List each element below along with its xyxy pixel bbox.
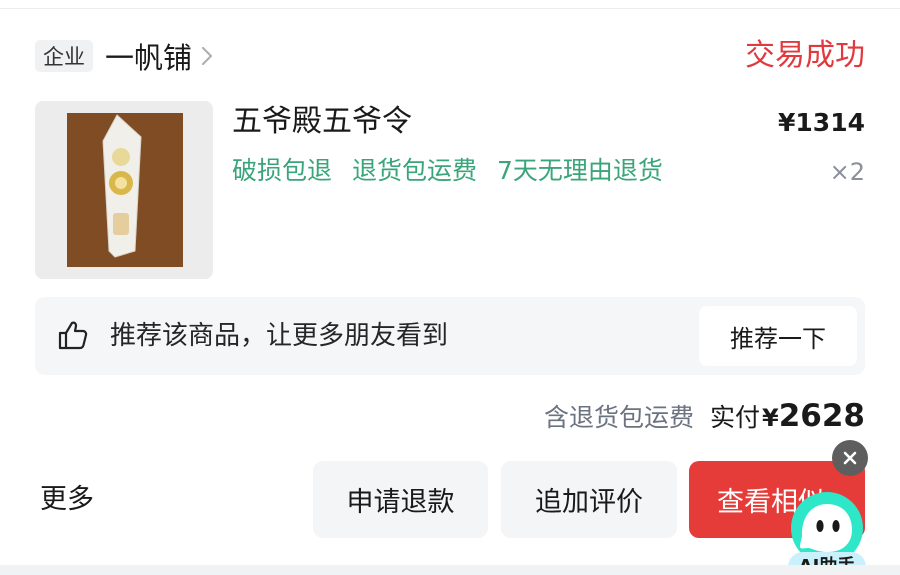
product-photo <box>35 101 213 279</box>
payment-note: 含退货包运费 <box>543 403 694 432</box>
service-tag: 7天无理由退货 <box>497 156 663 185</box>
recommend-bar: 推荐该商品，让更多朋友看到 推荐一下 <box>35 297 865 375</box>
payment-summary: 含退货包运费 实付 ¥ 2628 <box>544 398 865 434</box>
recommend-text: 推荐该商品，让更多朋友看到 <box>110 321 449 351</box>
enterprise-badge: 企业 <box>35 40 93 72</box>
close-icon[interactable] <box>832 440 868 476</box>
chevron-right-icon[interactable] <box>200 45 218 67</box>
payment-currency: ¥ <box>762 404 779 432</box>
recommend-button[interactable]: 推荐一下 <box>699 306 857 366</box>
product-title[interactable]: 五爷殿五爷令 <box>232 102 412 142</box>
thumbs-up-icon <box>57 319 89 351</box>
order-status: 交易成功 <box>745 38 865 73</box>
service-tag: 退货包运费 <box>352 156 478 185</box>
product-quantity: ×2 <box>829 158 865 186</box>
product-price: ¥1314 <box>778 108 865 137</box>
shop-header: 企业 一帆铺 交易成功 <box>35 36 865 76</box>
shop-name-link[interactable]: 一帆铺 <box>105 35 192 77</box>
top-divider <box>0 8 900 9</box>
service-tag: 破损包退 <box>232 156 333 185</box>
service-tags: 破损包退 退货包运费 7天无理由退货 <box>232 152 663 190</box>
product-thumbnail[interactable] <box>35 101 213 279</box>
refund-button[interactable]: 申请退款 <box>313 461 488 538</box>
ai-assistant-widget[interactable]: AI助手 <box>786 490 868 575</box>
payment-label: 实付 <box>710 403 761 432</box>
bottom-divider <box>0 565 900 575</box>
payment-amount: 2628 <box>778 398 865 434</box>
add-review-button[interactable]: 追加评价 <box>501 461 677 538</box>
more-button[interactable]: 更多 <box>40 478 94 522</box>
